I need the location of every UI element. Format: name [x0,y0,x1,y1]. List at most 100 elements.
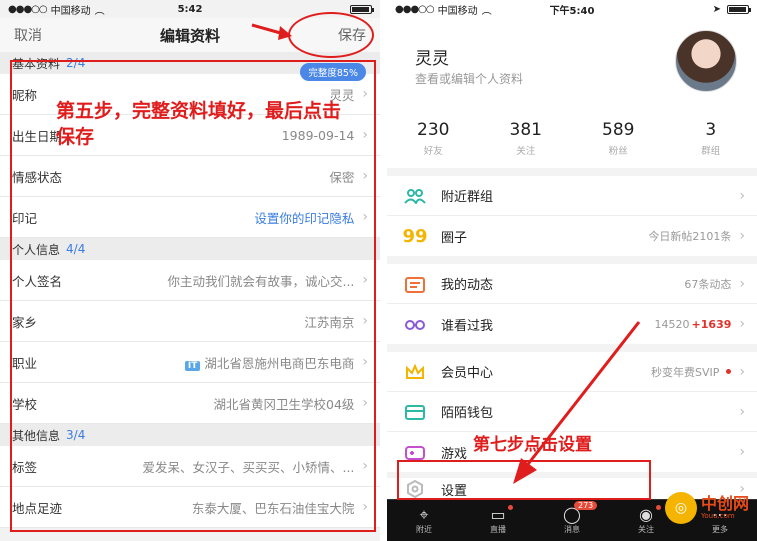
chevron-right-icon: › [362,395,368,411]
row-footprints[interactable]: 地点足迹 东泰大厦、巴东石油佳宝大院 › [0,487,380,528]
row-tags[interactable]: 标签 爱发呆、女汉子、买买买、小矫情、... › [0,446,380,487]
menu-label: 设置 [441,483,468,499]
profile-header[interactable]: 灵灵 查看或编辑个人资料 [387,18,757,102]
row-occupation[interactable]: 职业 IT 湖北省恩施州电商巴东电商 › [0,342,380,383]
screenshot-canvas: ●●●○○ 中国移动 ︵ 5:42 取消 编辑资料 保存 基本资料 2/4 完整度85… [0,0,757,541]
row-label: 职业 [12,355,38,371]
wallet-icon [403,402,427,422]
page-title: 编辑资料 [159,26,220,45]
location-arrow-icon: ➤ [712,3,721,15]
chevron-right-icon: › [362,272,368,288]
arrow-icon [513,321,641,484]
location-icon: ⌖ [419,505,429,524]
chevron-right-icon: › [362,168,368,184]
chevron-right-icon: › [739,275,745,292]
row-value: 爱发呆、女汉子、买买买、小矫情、... [142,459,355,475]
menu-label: 圈子 [441,230,468,246]
chevron-right-icon: › [362,354,368,370]
row-label: 学校 [12,396,38,412]
step7-annotation: 第七步点击设置 [473,435,592,455]
stat-groups[interactable]: 3 群组 [665,120,757,166]
watermark-logo-icon: ◎ [665,492,697,524]
wifi-icon: ︵ [94,5,105,17]
stat-following[interactable]: 381 关注 [480,120,573,166]
stat-fans[interactable]: 589 粉丝 [572,120,665,166]
profile-subtitle: 查看或编辑个人资料 [415,72,524,86]
avatar[interactable] [675,30,737,92]
tab-live[interactable]: ▭ 直播 [461,500,535,541]
row-label: 标签 [12,459,38,475]
cancel-button[interactable]: 取消 [14,25,42,45]
menu-label: 我的动态 [441,278,494,293]
section-count: 2/4 [66,56,86,70]
tab-label: 附近 [416,525,432,534]
tab-label: 关注 [638,525,654,534]
profile-screen: ●●●○○ 中国移动 ︵ 下午5:40 ➤ 灵灵 查看或编辑个人资料 230 好友 3… [387,0,757,541]
watermark-text-block: 中创网 Youu.com [701,494,750,521]
message-count-badge: 273 [574,501,598,510]
visitors-count: 14520 [654,317,690,331]
section-count: 3/4 [66,428,86,442]
watermark-text: 中创网 [701,494,750,513]
row-relationship[interactable]: 情感状态 保密 › [0,156,380,197]
row-hometown[interactable]: 家乡 江苏南京 › [0,301,380,342]
section-other: 其他信息 3/4 [0,424,380,446]
menu-nearby-groups[interactable]: 附近群组 › [387,176,757,216]
row-mark[interactable]: 印记 设置你的印记隐私 › [0,197,380,238]
row-label: 昵称 [12,87,38,103]
chevron-right-icon: › [739,187,745,204]
chevron-right-icon: › [739,316,745,332]
row-signature[interactable]: 个人签名 你主动我们就会有故事，诚心交... › [0,260,380,301]
signal-icon: ●●●○○ [395,3,435,15]
row-label: 家乡 [12,314,38,330]
tab-label: 直播 [490,525,506,534]
moments-icon [403,274,427,294]
it-badge: IT [184,360,201,371]
nav-bar: 取消 编辑资料 保存 [0,18,380,52]
stat-friends[interactable]: 230 好友 [387,120,480,166]
watermark: ◎ 中创网 Youu.com [665,492,749,524]
stat-number: 230 [417,120,450,140]
row-value: IT 湖北省恩施州电商巴东电商 [184,353,354,372]
row-label: 印记 [12,210,38,226]
row-label: 个人签名 [12,273,63,289]
status-bar: ●●●○○ 中国移动 ︵ 5:42 [0,0,380,18]
chevron-right-icon: › [739,228,745,244]
menu-circle[interactable]: 99 圈子 今日新帖2101条 › [387,216,757,256]
settings-icon [403,479,427,499]
crown-icon [403,362,427,382]
stat-number: 381 [509,120,542,140]
menu-my-moments[interactable]: 我的动态 67条动态 › [387,264,757,304]
visitors-new-count: +1639 [691,317,732,331]
stat-label: 粉丝 [608,146,628,157]
stat-label: 关注 [516,146,536,157]
save-button[interactable]: 保存 [338,25,366,45]
section-title: 个人信息 [12,242,61,257]
status-bar: ●●●○○ 中国移动 ︵ 下午5:40 ➤ [387,0,757,18]
tab-nearby[interactable]: ⌖ 附近 [387,500,461,541]
glasses-icon [403,314,427,334]
section-count: 4/4 [66,242,86,256]
arrow-icon [251,23,292,40]
menu-label: 附近群组 [441,190,494,205]
tab-messages[interactable]: 273 ◯ 消息 [535,500,609,541]
eye-icon: ◉ [639,505,653,524]
menu-label: 会员中心 [441,366,494,381]
row-value: 设置你的印记隐私 [254,210,355,226]
menu-label: 陌陌钱包 [441,406,494,421]
notification-dot [656,505,661,510]
gamepad-icon [403,442,427,462]
chevron-right-icon: › [362,86,368,102]
row-school[interactable]: 学校 湖北省黄冈卫生学校04级 › [0,383,380,424]
section-title: 基本资料 [12,56,61,71]
stat-label: 好友 [423,146,443,157]
section-personal: 个人信息 4/4 [0,238,380,260]
notification-dot [508,505,513,510]
carrier-label: 中国移动 [437,5,478,17]
menu-detail: 14520 +1639 [655,318,732,331]
battery-icon [350,4,374,14]
profile-name: 灵灵 [415,49,449,69]
battery-icon [727,4,751,14]
section-title: 其他信息 [12,428,61,443]
stat-number: 3 [705,120,717,140]
